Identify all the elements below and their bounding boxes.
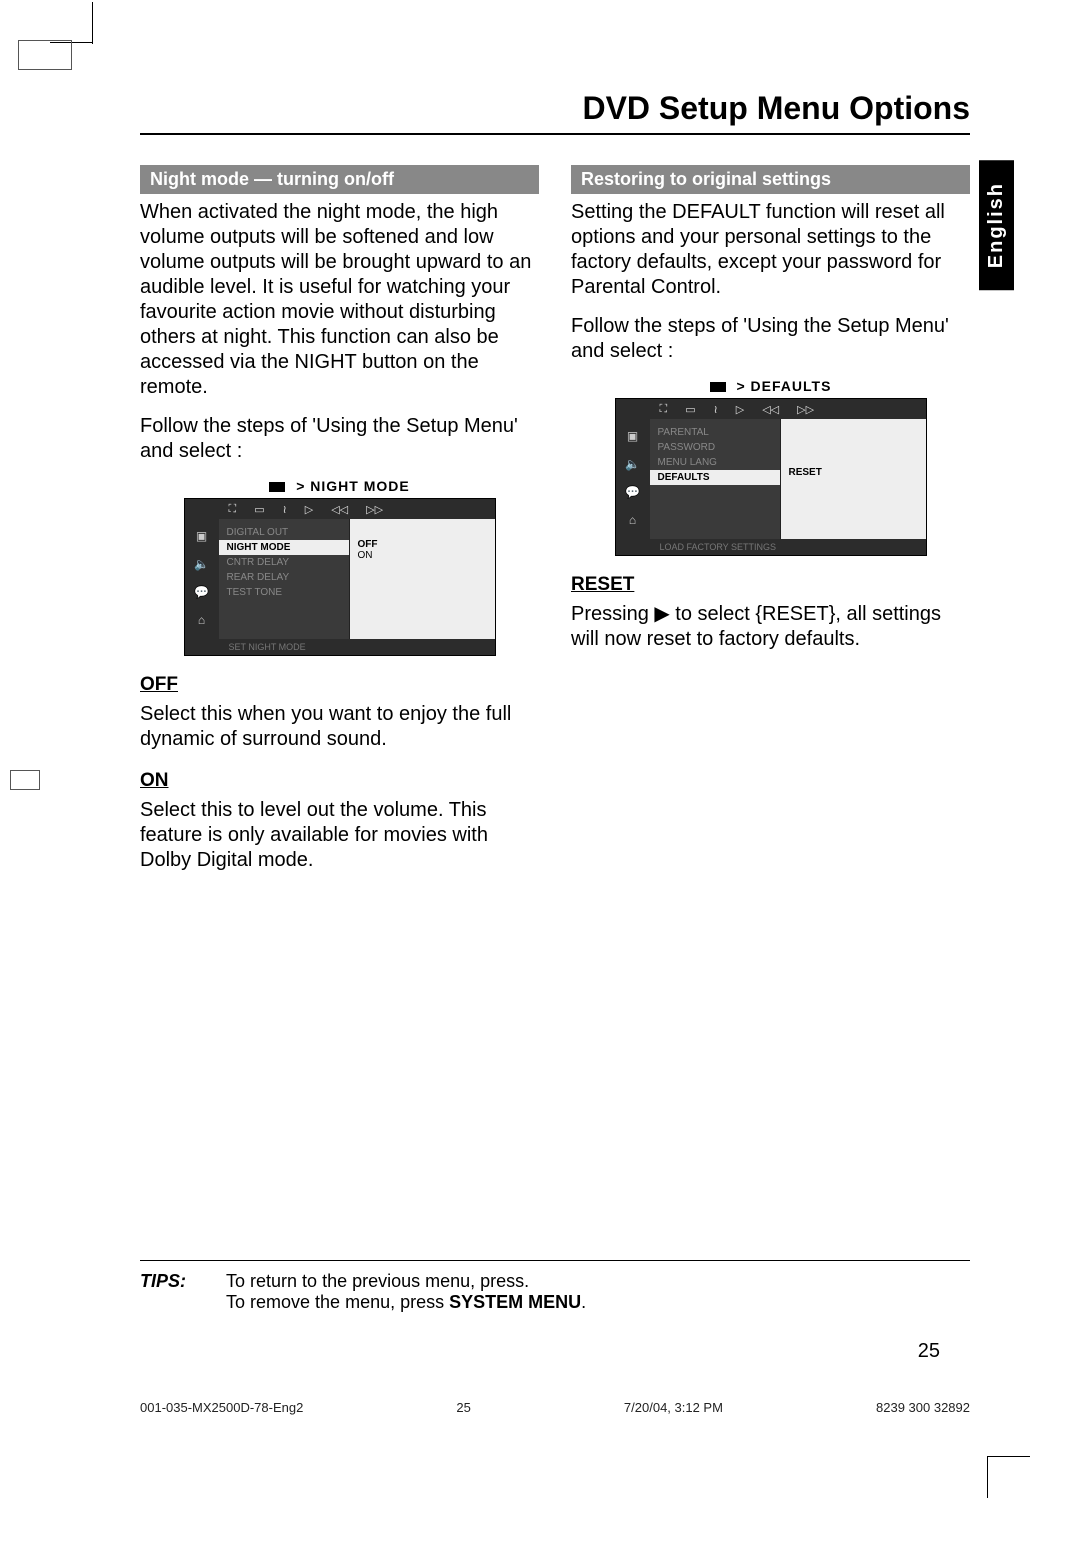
speaker-icon: ▭ — [685, 403, 695, 416]
play-icon: ▷ — [736, 403, 744, 416]
print-mark — [10, 770, 40, 790]
screen-icon: ⛶ — [660, 403, 668, 416]
menu-topbar: ⛶ ▭ ≀ ▷ ◁◁ ▷▷ — [616, 399, 926, 419]
menu-item: TEST TONE — [219, 585, 349, 600]
rewind-icon: ◁◁ — [331, 503, 348, 516]
diagram-caption: > NIGHT MODE — [140, 478, 539, 494]
side-icon: ▣ — [196, 529, 207, 543]
left-column: Night mode — turning on/off When activat… — [140, 165, 539, 887]
menu-item: MENU LANG — [650, 455, 780, 470]
menu-footer: LOAD FACTORY SETTINGS — [616, 539, 926, 555]
tips-line-2c: . — [581, 1292, 586, 1312]
paragraph: Select this when you want to enjoy the f… — [140, 702, 539, 752]
side-icon: ⌂ — [629, 513, 636, 527]
menu-item: PASSWORD — [650, 440, 780, 455]
forward-icon: ▷▷ — [797, 403, 814, 416]
menu-values: RESET — [781, 419, 926, 539]
subhead-on: ON — [140, 770, 539, 792]
menu-item: DIGITAL OUT — [219, 525, 349, 540]
footer-page: 25 — [456, 1400, 470, 1415]
tips-body: To return to the previous menu, press. T… — [226, 1271, 586, 1313]
page-content: DVD Setup Menu Options Night mode — turn… — [140, 90, 970, 887]
speaker-icon: ▭ — [254, 503, 264, 516]
menu-item: CNTR DELAY — [219, 555, 349, 570]
side-icon: 🔈 — [194, 557, 209, 571]
side-icon: 🔈 — [625, 457, 640, 471]
menu-item-active: NIGHT MODE — [219, 540, 349, 555]
menu-footer: SET NIGHT MODE — [185, 639, 495, 655]
paragraph: Setting the DEFAULT function will reset … — [571, 200, 970, 300]
print-mark — [18, 40, 72, 70]
caption-chip-icon — [269, 482, 285, 492]
side-icon: ▣ — [627, 429, 638, 443]
tips-section: TIPS: To return to the previous menu, pr… — [140, 1260, 970, 1313]
print-footer: 001-035-MX2500D-78-Eng2 25 7/20/04, 3:12… — [140, 1400, 970, 1415]
side-icon: ⌂ — [198, 613, 205, 627]
caption-text: > DEFAULTS — [736, 378, 831, 394]
tips-line-1: To return to the previous menu, press. — [226, 1271, 529, 1291]
section-header-night-mode: Night mode — turning on/off — [140, 165, 539, 194]
page-title: DVD Setup Menu Options — [140, 90, 970, 135]
menu-value-highlight: OFF — [358, 539, 487, 550]
paragraph: Pressing ▶ to select {RESET}, all settin… — [571, 602, 970, 652]
play-icon: ▷ — [305, 503, 313, 516]
footer-file: 001-035-MX2500D-78-Eng2 — [140, 1400, 303, 1415]
subhead-reset: RESET — [571, 574, 970, 596]
crop-mark — [987, 1456, 988, 1498]
menu-topbar: ⛶ ▭ ≀ ▷ ◁◁ ▷▷ — [185, 499, 495, 519]
subhead-off: OFF — [140, 674, 539, 696]
menu-screenshot-defaults: ⛶ ▭ ≀ ▷ ◁◁ ▷▷ ▣ 🔈 💬 ⌂ PARENTAL — [615, 398, 927, 556]
right-column: Restoring to original settings Setting t… — [571, 165, 970, 887]
crop-mark — [92, 2, 93, 44]
rewind-icon: ◁◁ — [762, 403, 779, 416]
section-header-restoring: Restoring to original settings — [571, 165, 970, 194]
menu-list: PARENTAL PASSWORD MENU LANG DEFAULTS — [650, 419, 781, 539]
caption-chip-icon — [710, 382, 726, 392]
menu-side-icons: ▣ 🔈 💬 ⌂ — [616, 419, 650, 539]
paragraph: When activated the night mode, the high … — [140, 200, 539, 400]
tips-line-2a: To remove the menu, press — [226, 1292, 449, 1312]
page-number: 25 — [918, 1340, 940, 1363]
side-icon: 💬 — [625, 485, 640, 499]
menu-item: PARENTAL — [650, 425, 780, 440]
menu-list: DIGITAL OUT NIGHT MODE CNTR DELAY REAR D… — [219, 519, 350, 639]
language-tab: English — [979, 160, 1014, 290]
menu-value: ON — [358, 550, 487, 561]
menu-screenshot-night-mode: ⛶ ▭ ≀ ▷ ◁◁ ▷▷ ▣ 🔈 💬 ⌂ DIGITAL OUT — [184, 498, 496, 656]
paragraph: Select this to level out the volume. Thi… — [140, 798, 539, 873]
menu-item: REAR DELAY — [219, 570, 349, 585]
paragraph: Follow the steps of 'Using the Setup Men… — [140, 414, 539, 464]
diagram-caption: > DEFAULTS — [571, 378, 970, 394]
tips-system-menu: SYSTEM MENU — [449, 1292, 581, 1312]
menu-value-highlight: RESET — [789, 467, 918, 478]
menu-side-icons: ▣ 🔈 💬 ⌂ — [185, 519, 219, 639]
audio-icon: ≀ — [283, 503, 287, 516]
screen-icon: ⛶ — [229, 503, 237, 516]
audio-icon: ≀ — [714, 403, 718, 416]
footer-code: 8239 300 32892 — [876, 1400, 970, 1415]
footer-date: 7/20/04, 3:12 PM — [624, 1400, 723, 1415]
tips-label: TIPS: — [140, 1271, 186, 1313]
forward-icon: ▷▷ — [366, 503, 383, 516]
menu-item-active: DEFAULTS — [650, 470, 780, 485]
side-icon: 💬 — [194, 585, 209, 599]
paragraph: Follow the steps of 'Using the Setup Men… — [571, 314, 970, 364]
menu-values: OFF ON — [350, 519, 495, 639]
caption-text: > NIGHT MODE — [296, 478, 410, 494]
crop-mark — [988, 1456, 1030, 1457]
